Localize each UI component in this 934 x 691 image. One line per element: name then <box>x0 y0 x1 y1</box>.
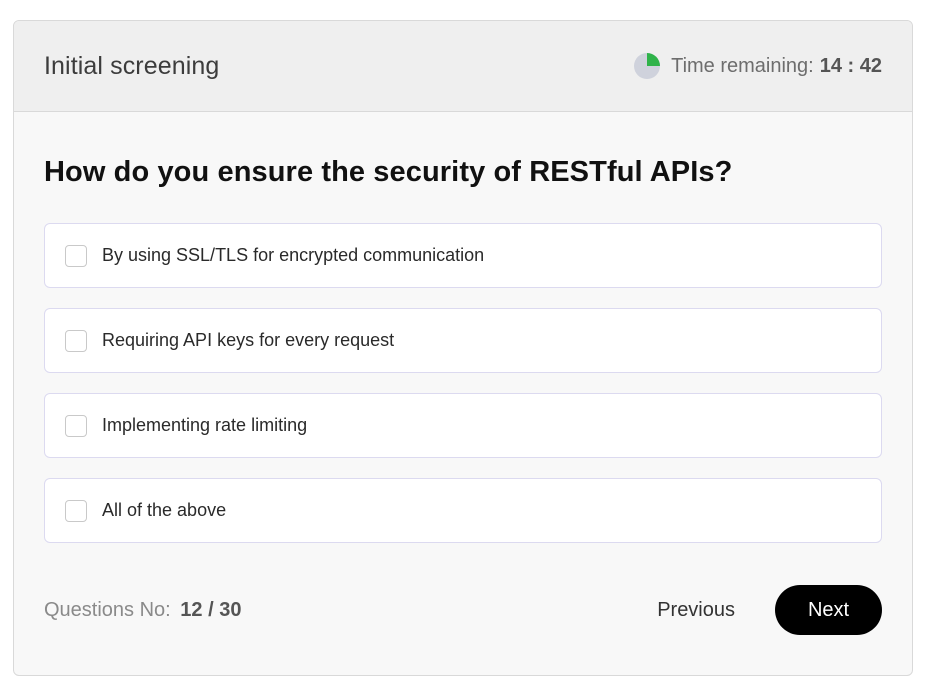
timer-pie-icon <box>634 53 661 79</box>
previous-button[interactable]: Previous <box>657 599 735 622</box>
navigation: Previous Next <box>657 585 882 635</box>
timer-value: 14 : 42 <box>819 54 882 77</box>
timer-label: Time remaining: <box>671 54 814 77</box>
quiz-card: Initial screening Time remaining: 14 : 4… <box>13 20 913 676</box>
question-counter: Questions No: 12 / 30 <box>44 599 241 622</box>
answer-label: Requiring API keys for every request <box>102 330 395 350</box>
answer-checkbox[interactable] <box>65 414 87 437</box>
answer-option-4[interactable]: All of the above <box>44 478 882 543</box>
card-header: Initial screening Time remaining: 14 : 4… <box>14 21 912 112</box>
timer: Time remaining: 14 : 42 <box>634 53 882 79</box>
answer-option-3[interactable]: Implementing rate limiting <box>44 393 882 458</box>
question-counter-label: Questions No: <box>44 598 171 621</box>
card-body: How do you ensure the security of RESTfu… <box>14 156 912 543</box>
card-footer: Questions No: 12 / 30 Previous Next <box>44 585 882 635</box>
answer-checkbox[interactable] <box>65 329 87 352</box>
answer-label: Implementing rate limiting <box>102 415 308 435</box>
answer-label: All of the above <box>102 500 227 520</box>
next-button[interactable]: Next <box>775 585 882 635</box>
question-text: How do you ensure the security of RESTfu… <box>44 156 733 188</box>
answer-checkbox[interactable] <box>65 244 87 267</box>
timer-pie-slice <box>647 53 661 66</box>
page-title: Initial screening <box>44 51 220 80</box>
answer-label: By using SSL/TLS for encrypted communica… <box>102 245 485 265</box>
answer-options: By using SSL/TLS for encrypted communica… <box>44 223 882 543</box>
answer-option-1[interactable]: By using SSL/TLS for encrypted communica… <box>44 223 882 288</box>
answer-checkbox[interactable] <box>65 499 87 522</box>
answer-option-2[interactable]: Requiring API keys for every request <box>44 308 882 373</box>
question-counter-value: 12 / 30 <box>180 598 242 621</box>
